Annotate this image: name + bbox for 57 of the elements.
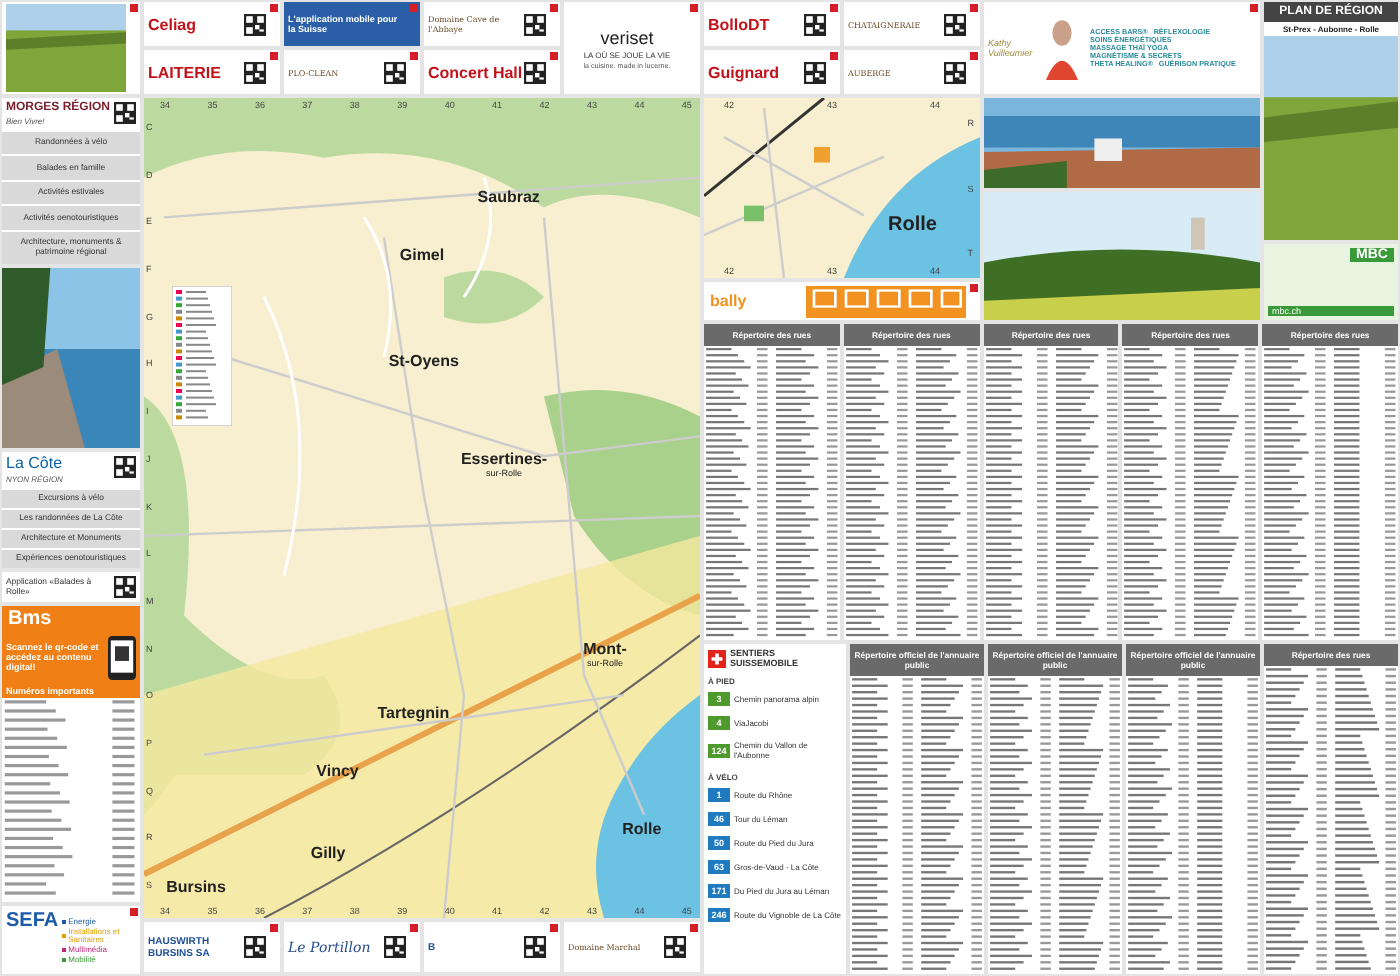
place-label: Bursins (166, 877, 226, 895)
corner-tab-icon (970, 4, 978, 12)
corner-tab-icon (270, 4, 278, 12)
brand-logo: bally (710, 292, 747, 310)
brand-logo: BolloDT (708, 15, 770, 33)
place-label: Vincy (316, 762, 359, 781)
brand-logo: veriset (600, 27, 654, 47)
place-label: Mont- (583, 639, 627, 658)
place-label: Rolle (622, 819, 662, 838)
corner-tab-icon (1250, 4, 1258, 12)
corner-tab-icon (410, 924, 418, 932)
qr-code-icon (244, 13, 266, 35)
qr-code-icon (524, 13, 546, 35)
corner-tab-icon (830, 4, 838, 12)
qr-code-icon (524, 936, 546, 958)
corner-tab-icon (270, 52, 278, 60)
qr-code-icon (664, 936, 686, 958)
place-label: Gimel (399, 245, 445, 264)
brand-logo: Concert Hall (428, 63, 523, 81)
corner-tab-icon (830, 52, 838, 60)
corner-tab-icon (550, 52, 558, 60)
brand-logo: LAITERIE (148, 63, 221, 81)
brand-logo: La Côte (6, 456, 63, 475)
corner-tab-icon (130, 4, 138, 12)
map-legend-drawing (171, 286, 232, 427)
corner-tab-icon (690, 924, 698, 932)
place-label: Essertines- (460, 450, 548, 469)
place-label: Gilly (310, 844, 346, 863)
brand-logo: Celiag (148, 15, 197, 33)
brand-logo: Bms (2, 605, 140, 632)
qr-code-icon (804, 13, 826, 35)
corner-tab-icon (550, 4, 558, 12)
corner-tab-icon (410, 4, 418, 12)
qr-code-icon (944, 61, 966, 83)
qr-code-icon (244, 936, 266, 958)
corner-tab-icon (270, 924, 278, 932)
photo-placeholder (6, 4, 126, 92)
place-label: Saubraz (477, 188, 540, 207)
corner-tab-icon (970, 284, 978, 292)
brand-logo: Guignard (708, 63, 780, 81)
corner-tab-icon (410, 52, 418, 60)
phone-icon (108, 635, 136, 680)
qr-code-icon (524, 61, 547, 83)
place-label: Rolle (888, 214, 937, 236)
qr-code-icon (384, 936, 406, 958)
corner-tab-icon (690, 4, 698, 12)
qr-code-icon (384, 61, 406, 83)
person-silhouette-icon (1045, 16, 1077, 80)
corner-tab-icon (130, 908, 138, 916)
corner-tab-icon (970, 52, 978, 60)
place-label: St-Oyens (388, 352, 459, 371)
qr-code-icon (244, 61, 266, 83)
qr-code-icon (804, 61, 826, 83)
qr-code-icon (944, 13, 966, 35)
place-label: Tartegnin (377, 704, 450, 723)
corner-tab-icon (550, 924, 558, 932)
brand-logo: SEFA (6, 910, 59, 936)
